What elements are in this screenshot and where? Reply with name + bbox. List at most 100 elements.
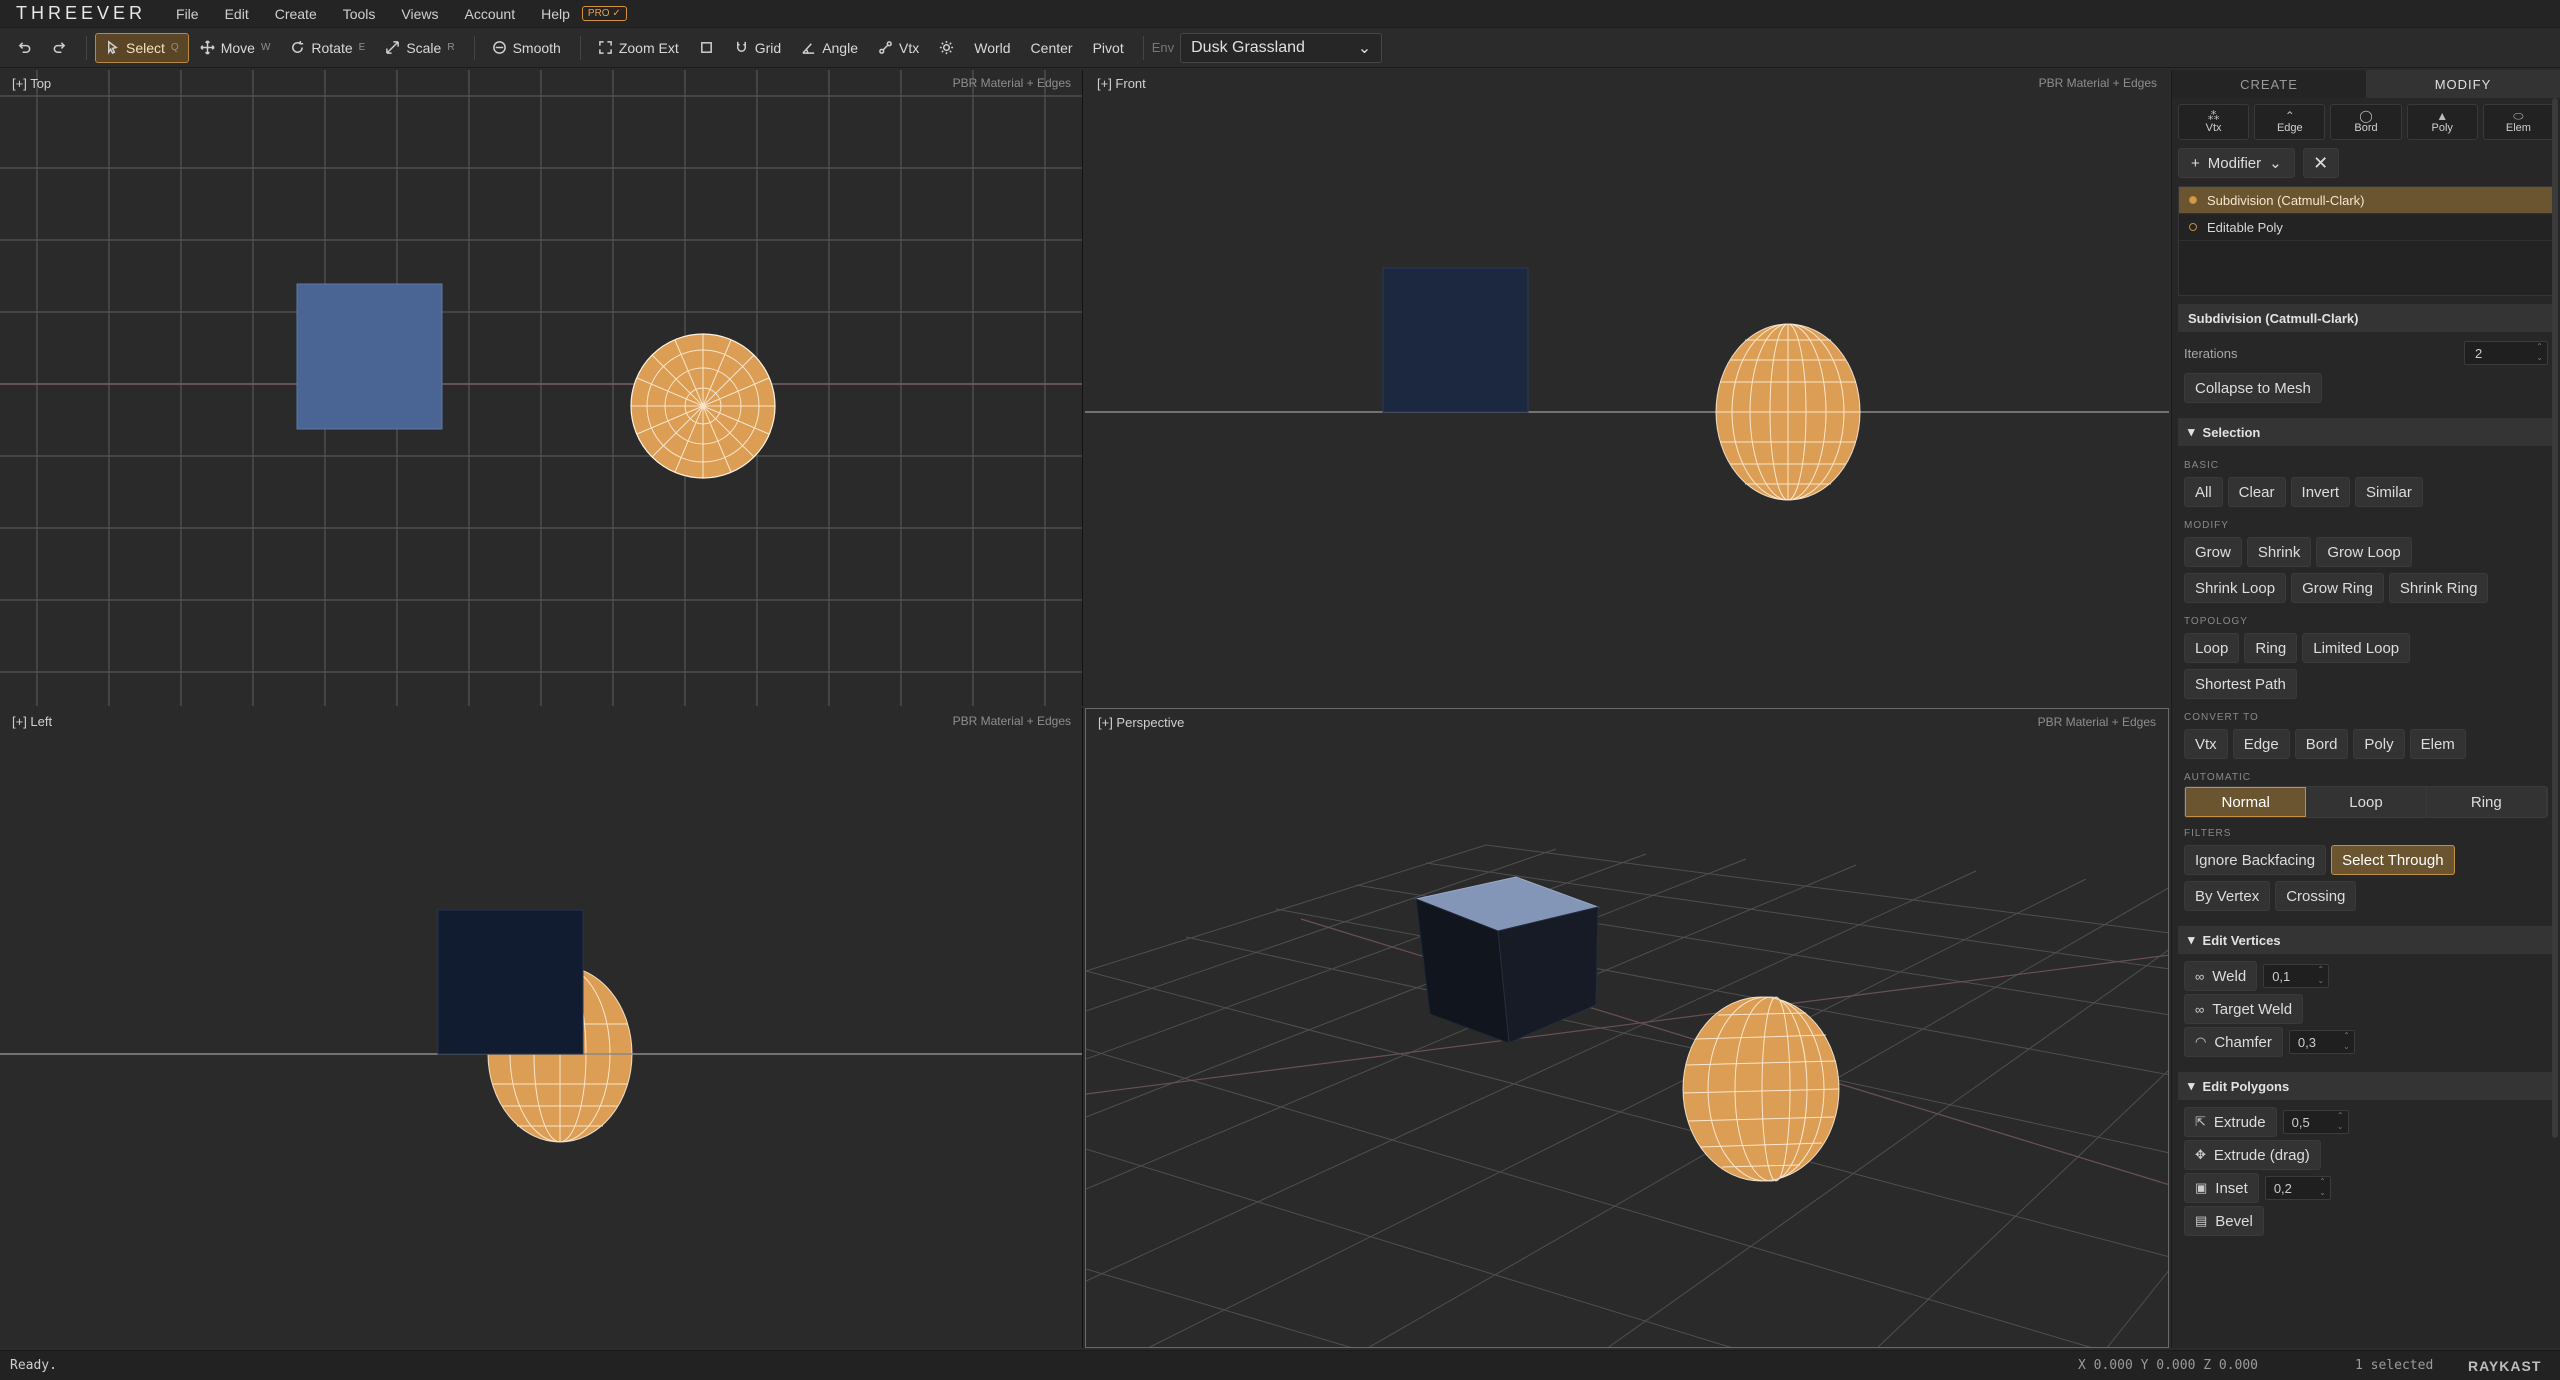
select-similar-button[interactable]: Similar: [2355, 477, 2423, 507]
sublevel-vertex-button[interactable]: ⁂ Vtx: [2178, 104, 2250, 140]
inset-button[interactable]: ▣ Inset: [2184, 1173, 2259, 1203]
move-tool-button[interactable]: Move W: [191, 33, 280, 63]
inset-amount-spinner[interactable]: 0,2: [2264, 1176, 2331, 1200]
weld-button[interactable]: ∞ Weld: [2184, 961, 2258, 991]
auto-ring-option[interactable]: Ring: [2426, 787, 2547, 817]
vertex-snap-toggle[interactable]: Vtx: [869, 33, 928, 63]
ignore-backfacing-toggle[interactable]: Ignore Backfacing: [2184, 845, 2327, 875]
sphere-mesh-perspective[interactable]: [1682, 996, 1840, 1182]
viewport-shading-mode[interactable]: PBR Material + Edges: [953, 714, 1071, 728]
sphere-mesh-top[interactable]: [630, 333, 776, 479]
by-vertex-toggle[interactable]: By Vertex: [2184, 881, 2271, 911]
menu-views[interactable]: Views: [401, 6, 438, 22]
select-all-button[interactable]: All: [2184, 477, 2223, 507]
rotate-tool-button[interactable]: Rotate E: [281, 33, 374, 63]
angle-snap-toggle[interactable]: Angle: [792, 33, 867, 63]
grow-loop-button[interactable]: Grow Loop: [2316, 537, 2412, 567]
weld-threshold-spinner[interactable]: 0,1: [2263, 964, 2330, 988]
frame-button[interactable]: [690, 33, 723, 63]
menu-tools[interactable]: Tools: [343, 6, 376, 22]
viewport-label[interactable]: [+] Front: [1097, 76, 1146, 91]
convert-polygon-button[interactable]: Poly: [2353, 729, 2405, 759]
shrink-button[interactable]: Shrink: [2246, 537, 2312, 567]
scale-tool-button[interactable]: Scale R: [376, 33, 463, 63]
add-modifier-button[interactable]: + Modifier ⌄: [2178, 148, 2295, 178]
crossing-toggle[interactable]: Crossing: [2275, 881, 2357, 911]
box-mesh-left[interactable]: [437, 909, 584, 1055]
shrink-loop-button[interactable]: Shrink Loop: [2184, 573, 2287, 603]
viewport-label[interactable]: [+] Left: [12, 714, 52, 729]
menu-account[interactable]: Account: [465, 6, 516, 22]
viewport-left[interactable]: [+] Left PBR Material + Edges: [0, 708, 1083, 1348]
world-space-button[interactable]: World: [965, 33, 1019, 63]
box-mesh-front[interactable]: [1382, 267, 1529, 413]
extrude-button[interactable]: ⇱ Extrude: [2184, 1107, 2277, 1137]
sublevel-border-button[interactable]: ◯ Bord: [2330, 104, 2402, 140]
shrink-ring-button[interactable]: Shrink Ring: [2388, 573, 2489, 603]
iterations-spinner[interactable]: 2: [2464, 341, 2548, 365]
lighting-button[interactable]: [930, 33, 963, 63]
collapse-to-mesh-button[interactable]: Collapse to Mesh: [2184, 373, 2322, 403]
visibility-dot-icon[interactable]: [2189, 223, 2197, 231]
menu-help[interactable]: Help: [541, 6, 570, 22]
stack-item-subdivision[interactable]: Subdivision (Catmull-Clark): [2179, 187, 2553, 214]
grow-ring-button[interactable]: Grow Ring: [2291, 573, 2384, 603]
chamfer-amount-spinner[interactable]: 0,3: [2288, 1030, 2355, 1054]
convert-vertex-button[interactable]: Vtx: [2184, 729, 2228, 759]
smooth-toggle[interactable]: Smooth: [483, 33, 570, 63]
sphere-mesh-front[interactable]: [1715, 323, 1861, 501]
viewport-label[interactable]: [+] Top: [12, 76, 51, 91]
viewport-shading-mode[interactable]: PBR Material + Edges: [2039, 76, 2157, 90]
select-through-toggle[interactable]: Select Through: [2331, 845, 2455, 875]
viewport-label[interactable]: [+] Perspective: [1098, 715, 1184, 730]
edit-polygons-rollout-header[interactable]: ▾ Edit Polygons: [2178, 1072, 2554, 1100]
viewport-perspective[interactable]: [+] Perspective PBR Material + Edges: [1085, 708, 2169, 1348]
select-ring-button[interactable]: Ring: [2244, 633, 2298, 663]
bevel-button[interactable]: ▤ Bevel: [2184, 1206, 2264, 1236]
menu-edit[interactable]: Edit: [225, 6, 249, 22]
invert-selection-button[interactable]: Invert: [2290, 477, 2351, 507]
selection-rollout-header[interactable]: ▾ Selection: [2178, 418, 2554, 446]
zoom-extents-button[interactable]: Zoom Ext: [589, 33, 688, 63]
menu-file[interactable]: File: [176, 6, 199, 22]
sublevel-element-button[interactable]: ⬭ Elem: [2482, 104, 2555, 140]
box-mesh-perspective[interactable]: [1414, 876, 1600, 1044]
delete-modifier-button[interactable]: ✕: [2302, 148, 2339, 178]
convert-border-button[interactable]: Bord: [2294, 729, 2349, 759]
environment-select[interactable]: Dusk Grassland ⌄: [1180, 32, 1383, 63]
undo-button[interactable]: [8, 33, 41, 63]
subdivision-rollout-header[interactable]: Subdivision (Catmull-Clark): [2178, 304, 2554, 332]
menu-create[interactable]: Create: [275, 6, 317, 22]
select-tool-button[interactable]: Select Q: [95, 32, 189, 63]
convert-edge-button[interactable]: Edge: [2232, 729, 2290, 759]
sublevel-edge-button[interactable]: ⌃ Edge: [2254, 104, 2326, 140]
stack-item-editable-poly[interactable]: Editable Poly: [2179, 214, 2553, 241]
visibility-dot-icon[interactable]: [2189, 196, 2197, 204]
viewport-top[interactable]: [+] Top PBR Material + Edges: [0, 70, 1083, 706]
extrude-height-spinner[interactable]: 0,5: [2282, 1110, 2349, 1134]
convert-element-button[interactable]: Elem: [2409, 729, 2466, 759]
clear-selection-button[interactable]: Clear: [2227, 477, 2286, 507]
limited-loop-button[interactable]: Limited Loop: [2302, 633, 2411, 663]
grid-snap-toggle[interactable]: Grid: [725, 33, 790, 63]
box-mesh-top[interactable]: [296, 283, 443, 430]
auto-loop-option[interactable]: Loop: [2306, 787, 2427, 817]
edit-vertices-rollout-header[interactable]: ▾ Edit Vertices: [2178, 926, 2554, 954]
shortest-path-button[interactable]: Shortest Path: [2184, 669, 2297, 699]
extrude-drag-button[interactable]: ✥ Extrude (drag): [2184, 1140, 2321, 1170]
sublevel-polygon-button[interactable]: ▲ Poly: [2406, 104, 2478, 140]
redo-button[interactable]: [43, 33, 76, 63]
chamfer-button[interactable]: ◠ Chamfer: [2184, 1027, 2283, 1057]
target-weld-button[interactable]: ∞ Target Weld: [2184, 994, 2304, 1024]
tab-create[interactable]: CREATE: [2172, 70, 2366, 98]
viewport-shading-mode[interactable]: PBR Material + Edges: [2038, 715, 2156, 729]
viewport-front[interactable]: [+] Front PBR Material + Edges: [1085, 70, 2169, 706]
viewport-shading-mode[interactable]: PBR Material + Edges: [953, 76, 1071, 90]
auto-normal-option[interactable]: Normal: [2185, 787, 2307, 817]
select-loop-button[interactable]: Loop: [2184, 633, 2240, 663]
grow-button[interactable]: Grow: [2184, 537, 2242, 567]
panel-scrollbar[interactable]: [2552, 98, 2558, 1138]
center-button[interactable]: Center: [1022, 33, 1082, 63]
tab-modify[interactable]: MODIFY: [2366, 70, 2560, 98]
pivot-button[interactable]: Pivot: [1084, 33, 1133, 63]
